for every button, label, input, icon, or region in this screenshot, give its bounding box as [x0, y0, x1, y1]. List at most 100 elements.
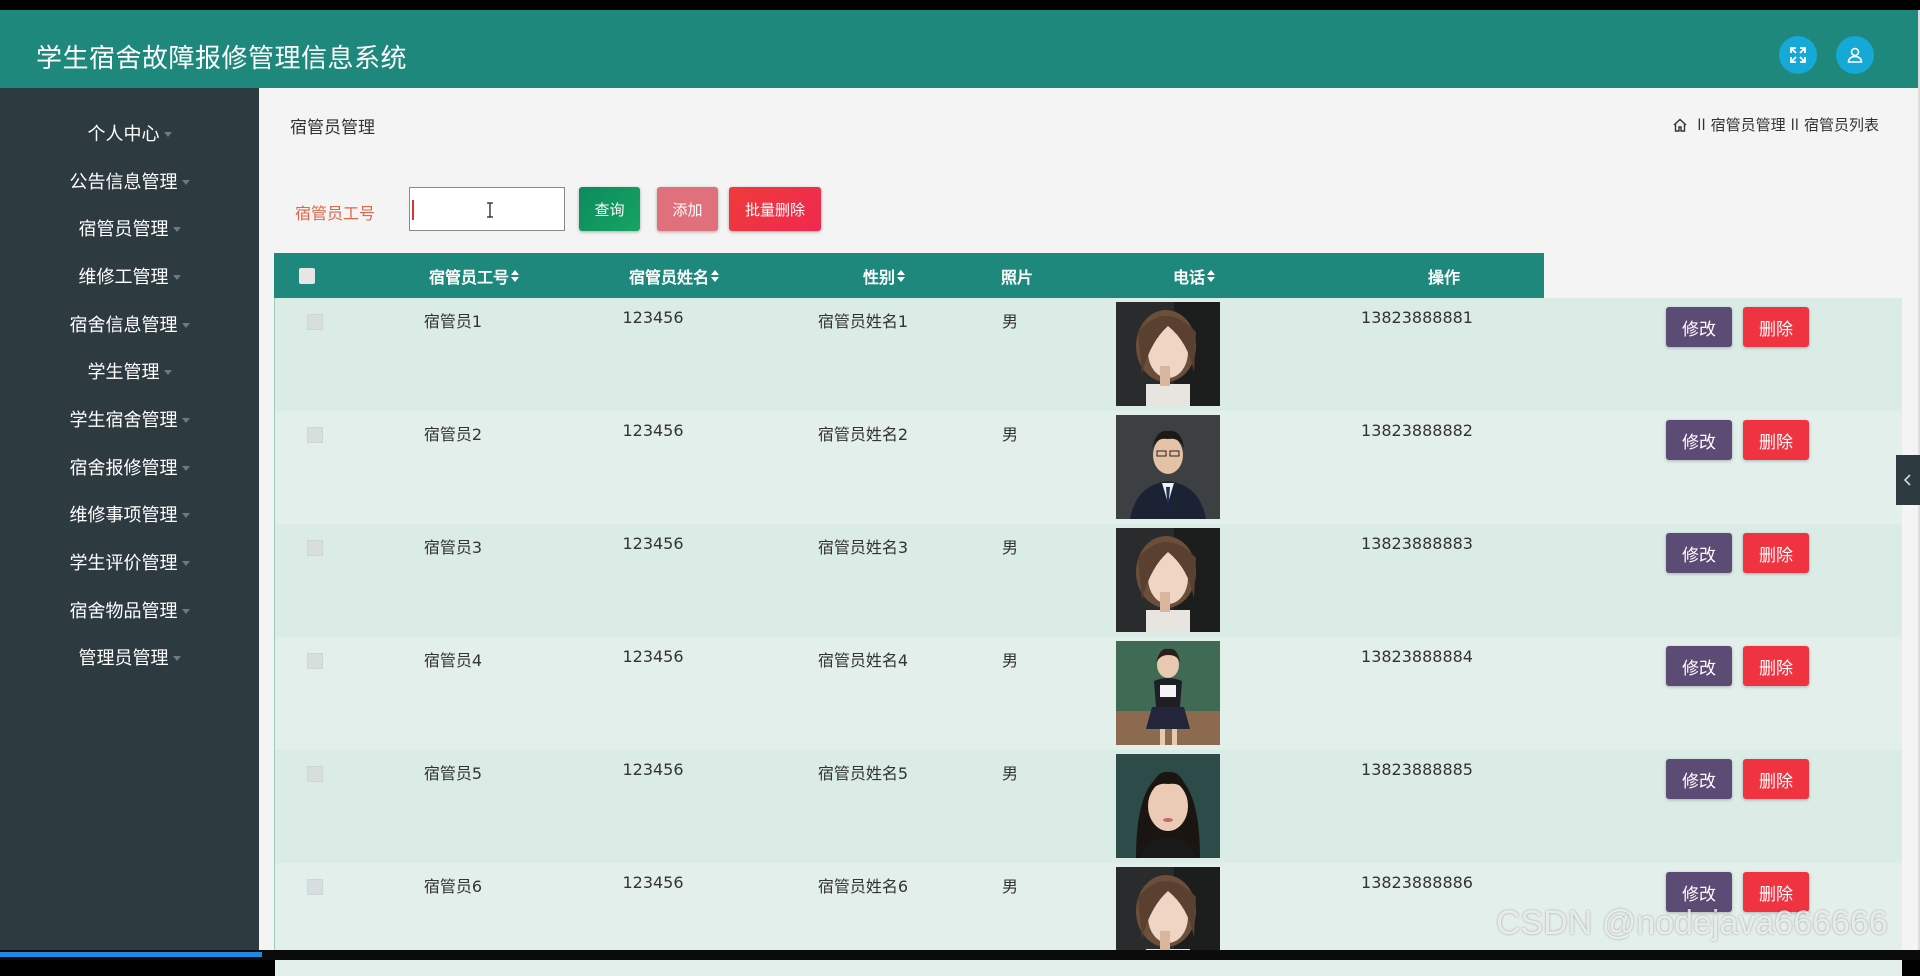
caret-down-icon — [181, 512, 190, 518]
delete-button[interactable]: 删除 — [1743, 307, 1809, 347]
sidebar-item-personal[interactable]: 个人中心 — [0, 113, 259, 153]
header-name[interactable]: 宿管员姓名 — [564, 253, 784, 298]
table-row: 宿管员5 123456 宿管员姓名5 男 13823888885 修改 删除 — [275, 750, 1902, 863]
row-checkbox[interactable] — [307, 766, 323, 782]
header-photo: 照片 — [957, 253, 1077, 298]
delete-button[interactable]: 删除 — [1743, 646, 1809, 686]
watermark: CSDN @nodejava666666 — [1496, 904, 1888, 942]
app-title: 学生宿舍故障报修管理信息系统 — [36, 44, 408, 74]
main-content: 宿管员管理 ll 宿管员管理 ll 宿管员列表 宿管员工号 查询 添加 批量删除… — [259, 88, 1919, 976]
sidebar-item-student-review[interactable]: 学生评价管理 — [0, 542, 259, 582]
sidebar-item-repairman[interactable]: 维修工管理 — [0, 256, 259, 296]
caret-down-icon — [163, 369, 172, 375]
batch-delete-button[interactable]: 批量删除 — [729, 187, 821, 231]
sidebar-item-repair-report[interactable]: 宿舍报修管理 — [0, 447, 259, 487]
cell-gender: 男 — [1001, 764, 1019, 783]
cell-name: 宿管员姓名5 — [817, 764, 909, 783]
cell-id: 宿管员2 — [423, 425, 483, 444]
cell-password: 123456 — [622, 421, 684, 440]
cell-id: 宿管员3 — [423, 538, 483, 557]
sidebar-item-admin[interactable]: 管理员管理 — [0, 637, 259, 677]
header-label: 操作 — [1427, 267, 1460, 287]
user-button[interactable] — [1836, 36, 1874, 74]
header-ops: 操作 — [1334, 253, 1554, 298]
header-label: 性别 — [862, 267, 895, 287]
cell-id: 宿管员4 — [423, 651, 483, 670]
cell-password: 123456 — [622, 873, 684, 892]
row-checkbox[interactable] — [307, 653, 323, 669]
top-border — [0, 0, 1920, 10]
sidebar-item-dorm-info[interactable]: 宿舍信息管理 — [0, 304, 259, 344]
row-checkbox[interactable] — [307, 427, 323, 443]
cell-gender: 男 — [1001, 425, 1019, 444]
breadcrumb-current: 宿管员列表 — [1803, 116, 1879, 134]
edit-button[interactable]: 修改 — [1666, 646, 1732, 686]
sidebar-item-label: 公告信息管理 — [69, 172, 178, 193]
user-icon — [1847, 47, 1863, 63]
table-row: 宿管员2 123456 宿管员姓名2 男 13823888882 修改 删除 — [275, 411, 1902, 524]
header-phone[interactable]: 电话 — [1084, 253, 1304, 298]
staff-photo — [1116, 528, 1220, 632]
sort-icon — [897, 269, 905, 282]
add-button[interactable]: 添加 — [657, 187, 718, 231]
row-checkbox[interactable] — [307, 879, 323, 895]
caret-down-icon — [172, 655, 181, 661]
sidebar-item-repair-items[interactable]: 维修事项管理 — [0, 494, 259, 534]
sidebar-item-label: 宿舍物品管理 — [69, 601, 178, 622]
caret-down-icon — [181, 322, 190, 328]
delete-button[interactable]: 删除 — [1743, 533, 1809, 573]
search-input[interactable] — [409, 187, 565, 231]
sidebar-item-dorm-manager[interactable]: 宿管员管理 — [0, 208, 259, 248]
sidebar-item-label: 管理员管理 — [78, 648, 169, 669]
edit-button[interactable]: 修改 — [1666, 759, 1732, 799]
cell-password: 123456 — [622, 647, 684, 666]
breadcrumb-separator: ll — [1790, 115, 1799, 134]
sidebar-item-student-dorm[interactable]: 学生宿舍管理 — [0, 399, 259, 439]
edit-button[interactable]: 修改 — [1666, 307, 1732, 347]
table-row: 宿管员3 123456 宿管员姓名3 男 13823888883 修改 删除 — [275, 524, 1902, 637]
sidebar-item-label: 学生宿舍管理 — [69, 410, 178, 431]
sidebar-item-notice[interactable]: 公告信息管理 — [0, 161, 259, 201]
sidebar-item-label: 学生评价管理 — [69, 553, 178, 574]
cell-phone: 13823888886 — [1361, 873, 1473, 892]
header-label: 照片 — [1000, 267, 1033, 287]
cell-phone: 13823888885 — [1361, 760, 1473, 779]
header-label: 电话 — [1172, 267, 1205, 287]
sidebar-item-label: 宿舍报修管理 — [69, 458, 178, 479]
table-row: 宿管员1 123456 宿管员姓名1 男 13823888881 修改 删除 — [275, 298, 1902, 411]
row-checkbox[interactable] — [307, 314, 323, 330]
caret-down-icon — [172, 274, 181, 280]
select-all-checkbox[interactable] — [299, 267, 315, 284]
cell-phone: 13823888882 — [1361, 421, 1473, 440]
cell-gender: 男 — [1001, 538, 1019, 557]
row-checkbox[interactable] — [307, 540, 323, 556]
delete-button[interactable]: 删除 — [1743, 420, 1809, 460]
sidebar-item-label: 维修事项管理 — [69, 505, 178, 526]
cell-id: 宿管员6 — [423, 877, 483, 896]
sidebar-item-student[interactable]: 学生管理 — [0, 351, 259, 391]
sidebar-item-dorm-goods[interactable]: 宿舍物品管理 — [0, 590, 259, 630]
cell-password: 123456 — [622, 308, 684, 327]
breadcrumb-section[interactable]: 宿管员管理 — [1711, 114, 1786, 135]
table-row: 宿管员4 123456 宿管员姓名4 男 13823888884 修改 删除 — [275, 637, 1902, 750]
cell-id: 宿管员1 — [423, 312, 483, 331]
staff-photo — [1116, 754, 1220, 858]
cell-name: 宿管员姓名3 — [817, 538, 909, 557]
query-button[interactable]: 查询 — [579, 187, 640, 231]
cell-name: 宿管员姓名2 — [817, 425, 909, 444]
breadcrumb-separator: ll — [1697, 115, 1706, 134]
delete-button[interactable]: 删除 — [1743, 759, 1809, 799]
chevron-left-icon — [1903, 474, 1911, 486]
caret-down-icon — [181, 608, 190, 614]
caret-down-icon — [181, 465, 190, 471]
collapse-panel-button[interactable] — [1896, 455, 1920, 505]
sidebar-item-label: 个人中心 — [87, 124, 160, 145]
header-id[interactable]: 宿管员工号 — [364, 253, 584, 298]
caret-down-icon — [181, 179, 190, 185]
fullscreen-button[interactable] — [1779, 36, 1817, 74]
edit-button[interactable]: 修改 — [1666, 533, 1732, 573]
caret-down-icon — [172, 226, 181, 232]
home-icon[interactable] — [1672, 117, 1688, 133]
edit-button[interactable]: 修改 — [1666, 420, 1732, 460]
page-title: 宿管员管理 — [290, 118, 375, 138]
